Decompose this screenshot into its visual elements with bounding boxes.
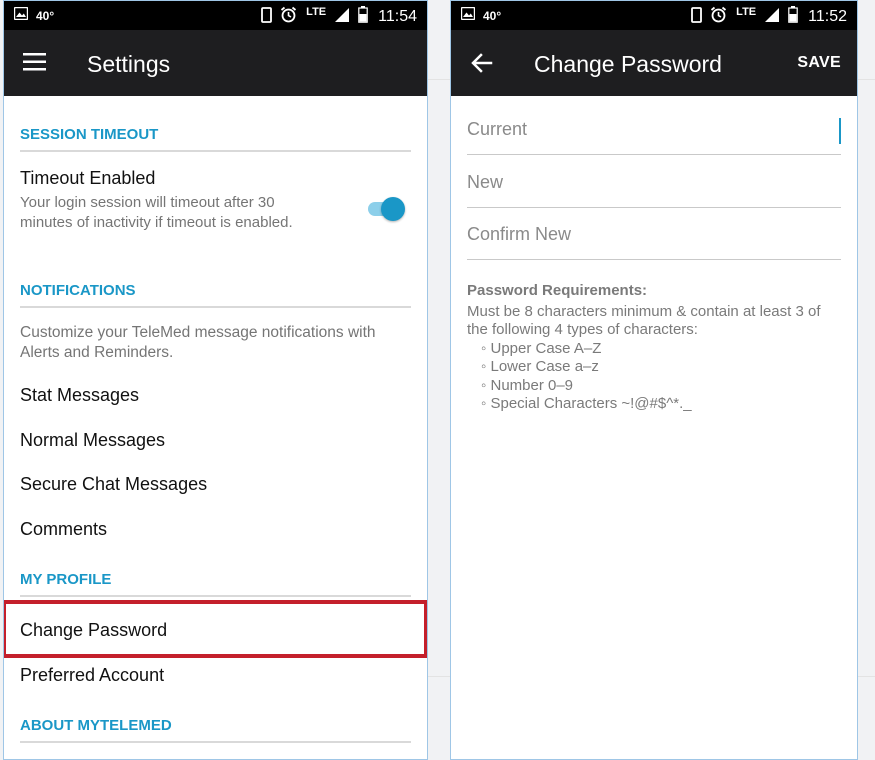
password-requirements: Password Requirements: Must be 8 charact… [467,282,841,414]
screenshot-stage: 40° LTE 11:54 Settings SESSION TIMEOUT T… [0,0,875,760]
requirements-intro: Must be 8 characters minimum & contain a… [467,302,821,339]
page-title: Change Password [534,51,722,77]
section-header-about: ABOUT MYTELEMED [20,717,172,734]
menu-item-normal-messages[interactable]: Normal Messages [20,430,165,451]
menu-item-comments[interactable]: Comments [20,519,107,540]
toggle-thumb [381,197,405,221]
confirm-password-field[interactable]: Confirm New [467,208,841,260]
page-title: Settings [87,51,171,77]
hamburger-menu-icon[interactable] [23,52,47,77]
clock-text: 11:54 [378,7,417,25]
text-cursor [839,118,841,144]
vibrate-icon [691,6,703,27]
alarm-icon [280,6,297,27]
section-header-notifications: NOTIFICATIONS [20,282,136,299]
temperature-text: 40° [36,8,55,23]
requirements-title: Password Requirements: [467,282,648,299]
battery-icon [358,6,368,27]
requirements-list: ◦ Upper Case A–Z ◦ Lower Case a–z ◦ Numb… [467,340,841,414]
section-header-session-timeout: SESSION TIMEOUT [20,126,159,143]
image-notification-icon [13,6,29,24]
background-line [428,676,450,677]
confirm-password-placeholder: Confirm New [467,224,572,244]
section-header-my-profile: MY PROFILE [20,571,112,588]
menu-item-preferred-account[interactable]: Preferred Account [20,665,164,686]
new-password-placeholder: New [467,172,504,192]
requirement-item: ◦ Lower Case a–z [481,358,599,375]
menu-item-change-password[interactable]: Change Password [20,620,167,641]
alarm-icon [710,6,727,27]
requirement-item: ◦ Special Characters ~!@#$^*._ [481,395,692,412]
new-password-field[interactable]: New [467,156,841,208]
save-button[interactable]: SAVE [797,54,841,72]
app-bar: Change Password SAVE [451,30,857,96]
change-password-screen: 40° LTE 11:52 Change Password SAVE Curre… [450,0,858,760]
timeout-toggle[interactable] [368,194,408,222]
vibrate-icon [261,6,273,27]
timeout-enabled-title: Timeout Enabled [20,168,156,188]
notifications-description: Customize your TeleMed message notificat… [20,324,376,361]
signal-icon [764,7,780,27]
current-password-field[interactable]: Current [467,103,841,155]
signal-icon [334,7,350,27]
background-line [428,79,450,80]
status-bar: 40° LTE 11:54 [4,1,427,30]
app-bar: Settings [4,30,427,96]
network-type-text: LTE [736,5,757,18]
requirement-item: ◦ Upper Case A–Z [481,339,602,357]
menu-item-stat-messages[interactable]: Stat Messages [20,385,139,406]
section-divider [20,741,411,743]
network-type-text: LTE [306,5,327,18]
battery-icon [788,6,798,27]
status-bar: 40° LTE 11:52 [451,1,857,30]
section-divider [20,306,411,308]
menu-item-secure-chat-messages[interactable]: Secure Chat Messages [20,474,207,495]
clock-text: 11:52 [808,7,847,25]
arrow-back-icon[interactable] [471,53,493,78]
settings-screen: 40° LTE 11:54 Settings SESSION TIMEOUT T… [3,0,428,760]
image-notification-icon [460,6,476,24]
timeout-description: Your login session will timeout after 30… [20,194,293,231]
background-line [858,676,875,677]
requirement-item: ◦ Number 0–9 [481,376,574,394]
current-password-placeholder: Current [467,119,528,139]
background-line [858,79,875,80]
section-divider [20,595,411,597]
section-divider [20,150,411,152]
temperature-text: 40° [483,8,502,23]
